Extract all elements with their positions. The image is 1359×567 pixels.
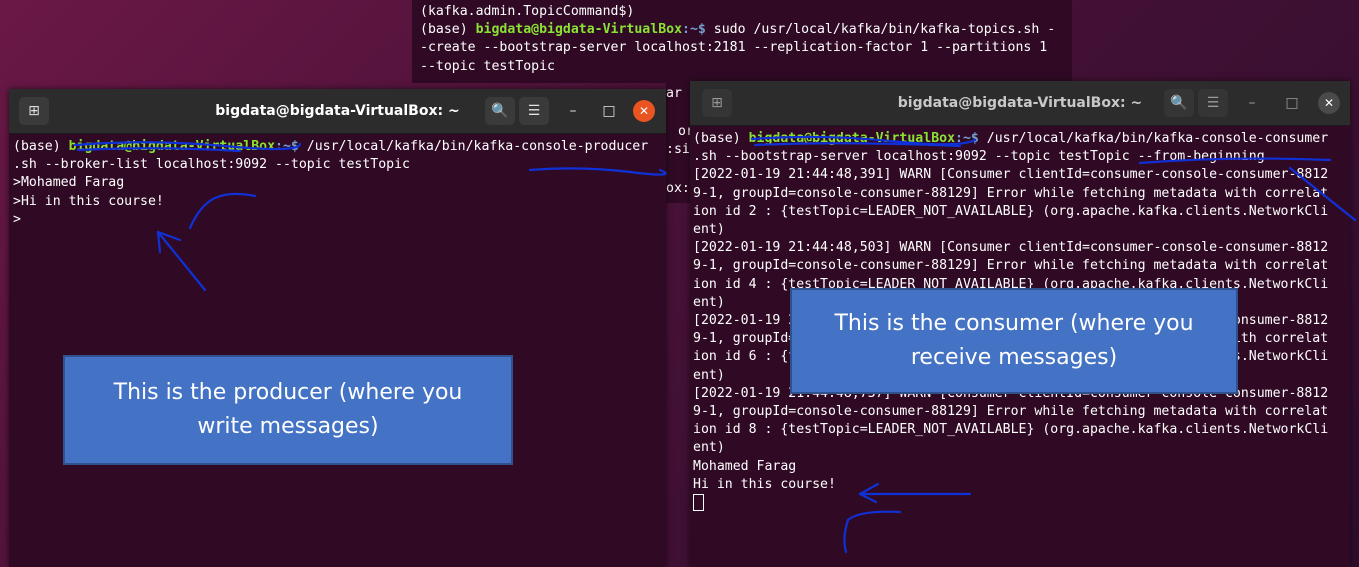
close-icon[interactable]: ✕ — [1318, 92, 1340, 114]
bg-fragment: ar — [666, 86, 682, 101]
output-line: [2022-01-19 21:44:48,503] WARN [Consumer… — [693, 240, 1329, 256]
cursor-line — [693, 494, 1328, 514]
command-text: /usr/local/kafka/bin/kafka-console-consu… — [986, 131, 1329, 146]
output-line: 9-1, groupId=console-consumer-88129] Err… — [693, 404, 1329, 420]
bg-line-2: (base) bigdata@bigdata-VirtualBox:~$ sud… — [420, 22, 1056, 38]
bg-line-3: -create --bootstrap-server localhost:218… — [420, 40, 1048, 56]
prompt-path: :~$ — [955, 131, 987, 146]
consumer-titlebar[interactable]: ⊞ bigdata@bigdata-VirtualBox: ~ 🔍 ☰ – □ … — [690, 81, 1350, 126]
background-terminal: (kafka.admin.TopicCommand$) (base) bigdat… — [412, 0, 1072, 83]
producer-output[interactable]: (base) bigdata@bigdata-VirtualBox:~$ /us… — [13, 138, 648, 229]
search-icon[interactable]: 🔍 — [485, 97, 515, 125]
output-line: > — [13, 211, 21, 227]
maximize-icon[interactable]: □ — [1280, 89, 1304, 117]
minimize-icon[interactable]: – — [561, 97, 585, 125]
menu-icon[interactable]: ☰ — [1198, 89, 1228, 117]
output-line: [2022-01-19 21:44:48,391] WARN [Consumer… — [693, 167, 1329, 183]
consumer-annotation: This is the consumer (where you receive … — [790, 288, 1238, 394]
background-terminal-output: (kafka.admin.TopicCommand$) (base) bigdat… — [420, 3, 1055, 76]
output-line: Mohamed Farag — [693, 458, 797, 474]
bg-line-1: (kafka.admin.TopicCommand$) — [420, 4, 635, 19]
producer-annotation: This is the producer (where you write me… — [63, 355, 513, 465]
output-line: >Hi in this course! — [13, 193, 164, 209]
output-line: .sh --bootstrap-server localhost:9092 --… — [693, 149, 1265, 165]
prompt-path: :~$ — [682, 22, 714, 38]
producer-titlebar[interactable]: ⊞ bigdata@bigdata-VirtualBox: ~ 🔍 ☰ – □ … — [9, 89, 666, 134]
prompt-user: bigdata@bigdata-VirtualBox — [748, 131, 956, 146]
output-line: .sh --broker-list localhost:9092 --topic… — [13, 157, 410, 173]
search-icon[interactable]: 🔍 — [1164, 89, 1194, 117]
minimize-icon[interactable]: – — [1240, 89, 1264, 117]
prompt-line: (base) bigdata@bigdata-VirtualBox:~$ /us… — [693, 131, 1329, 146]
block-cursor — [693, 494, 704, 512]
bg-line-4: --topic testTopic — [420, 58, 555, 74]
command-text: /usr/local/kafka/bin/kafka-console-produ… — [306, 139, 649, 154]
output-line: ent) — [693, 222, 725, 238]
output-line: ion id 8 : {testTopic=LEADER_NOT_AVAILAB… — [693, 422, 1329, 438]
output-line: 9-1, groupId=console-consumer-88129] Err… — [693, 258, 1329, 274]
command-text: sudo /usr/local/kafka/bin/kafka-topics.s… — [713, 22, 1056, 38]
output-line: Hi in this course! — [693, 476, 836, 492]
producer-terminal-body[interactable]: (base) bigdata@bigdata-VirtualBox:~$ /us… — [9, 134, 666, 567]
prompt-line: (base) bigdata@bigdata-VirtualBox:~$ /us… — [13, 139, 649, 154]
output-line: ent) — [693, 440, 725, 456]
maximize-icon[interactable]: □ — [597, 97, 621, 125]
output-line: >Mohamed Farag — [13, 175, 125, 191]
menu-icon[interactable]: ☰ — [519, 97, 549, 125]
producer-terminal-window[interactable]: ⊞ bigdata@bigdata-VirtualBox: ~ 🔍 ☰ – □ … — [9, 89, 666, 567]
prompt-user: bigdata@bigdata-VirtualBox — [68, 139, 276, 154]
bg-fragment: :si — [666, 142, 690, 157]
output-line: ion id 2 : {testTopic=LEADER_NOT_AVAILAB… — [693, 203, 1329, 219]
prompt-path: :~$ — [275, 139, 307, 154]
output-line: 9-1, groupId=console-consumer-88129] Err… — [693, 185, 1329, 201]
bg-fragment: ox: — [666, 181, 690, 196]
close-icon[interactable]: ✕ — [633, 100, 655, 122]
prompt-user: bigdata@bigdata-VirtualBox — [475, 22, 683, 38]
